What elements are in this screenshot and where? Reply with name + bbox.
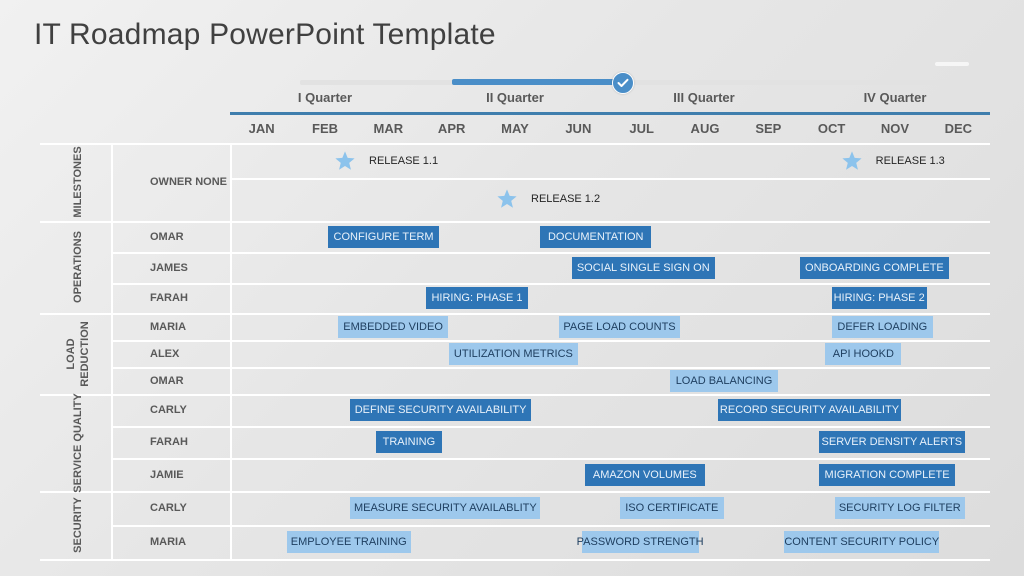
owner-label: ALEX — [150, 347, 180, 360]
group-label: SERVICE QUALITY — [72, 392, 84, 493]
month-label: MAR — [373, 121, 404, 136]
grid-line — [112, 426, 990, 428]
progress-fill — [452, 79, 620, 85]
task-bar[interactable]: SECURITY LOG FILTER — [834, 497, 965, 519]
grid-line — [40, 491, 990, 493]
grid-line — [112, 283, 990, 285]
page-title: IT Roadmap PowerPoint Template — [34, 18, 496, 51]
task-bar[interactable]: UTILIZATION METRICS — [448, 342, 579, 365]
task-bar[interactable]: MEASURE SECURITY AVAILABLITY — [350, 497, 541, 519]
task-bar[interactable]: DEFINE SECURITY AVAILABILITY — [350, 399, 531, 421]
task-bar[interactable]: RECORD SECURITY AVAILABILITY — [717, 399, 902, 421]
owner-label: OWNER NONE — [150, 176, 227, 188]
group-label: OPERATIONS — [72, 231, 84, 303]
task-bar[interactable]: EMPLOYEE TRAINING — [287, 531, 411, 553]
grid-line — [112, 252, 990, 254]
task-bar[interactable]: PAGE LOAD COUNTS — [559, 315, 680, 338]
owner-label: FARAH — [150, 436, 188, 448]
owner-label: JAMES — [150, 261, 188, 274]
owner-label: MARIA — [150, 536, 187, 548]
owner-label: CARLY — [150, 502, 187, 514]
grid-line — [40, 394, 990, 396]
grid-line — [230, 143, 232, 559]
month-label: APR — [437, 121, 466, 136]
quarter-label: IV Quarter — [863, 90, 927, 105]
quarter-label: II Quarter — [486, 90, 544, 105]
group-label: LOAD REDUCTION — [65, 320, 91, 387]
task-bar[interactable]: API HOOKD — [825, 342, 902, 365]
owner-label: OMAR — [150, 374, 184, 387]
check-circle-icon — [612, 72, 634, 94]
task-bar[interactable]: LOAD BALANCING — [670, 369, 778, 392]
task-bar[interactable]: HIRING: PHASE 1 — [426, 287, 528, 309]
month-label: MAY — [501, 121, 529, 136]
decorative-line — [935, 62, 969, 66]
milestone-label: RELEASE 1.3 — [875, 155, 945, 167]
quarter-label: I Quarter — [297, 90, 353, 105]
month-label: JUL — [629, 121, 654, 136]
quarter-axis-line — [230, 112, 990, 115]
grid-line — [112, 525, 990, 527]
month-label: SEP — [755, 121, 782, 136]
star-icon — [334, 150, 356, 172]
owner-label: CARLY — [150, 404, 187, 416]
task-bar[interactable]: PASSWORD STRENGTH — [577, 531, 704, 553]
grid-line — [111, 143, 113, 559]
month-label: FEB — [312, 121, 338, 136]
month-label: NOV — [880, 121, 910, 136]
milestone-label: RELEASE 1.2 — [531, 193, 601, 205]
star-icon — [841, 150, 863, 172]
group-label: SECURITY — [72, 497, 84, 553]
star-icon — [496, 188, 518, 210]
task-bar[interactable]: ISO CERTIFICATE — [619, 497, 724, 519]
month-label: AUG — [690, 121, 720, 136]
month-label: JAN — [248, 121, 275, 136]
month-label: JUN — [565, 121, 592, 136]
grid-line — [40, 559, 990, 561]
owner-label: MARIA — [150, 320, 187, 333]
grid-line — [40, 221, 990, 223]
month-label: DEC — [944, 121, 973, 136]
task-bar[interactable]: ONBOARDING COMPLETE — [800, 256, 949, 279]
month-label: OCT — [817, 121, 846, 136]
quarter-label: III Quarter — [673, 90, 735, 105]
task-bar[interactable]: EMBEDDED VIDEO — [337, 315, 449, 338]
task-bar[interactable]: DEFER LOADING — [831, 315, 933, 338]
owner-label: FARAH — [150, 292, 188, 304]
grid-line — [40, 143, 990, 145]
task-bar[interactable]: CONFIGURE TERM — [328, 225, 439, 248]
task-bar[interactable]: CONTENT SECURITY POLICY — [784, 531, 940, 553]
task-bar[interactable]: HIRING: PHASE 2 — [831, 287, 927, 309]
owner-label: OMAR — [150, 230, 184, 243]
task-bar[interactable]: TRAINING — [375, 431, 443, 453]
grid-line — [112, 367, 990, 369]
grid-line — [112, 458, 990, 460]
owner-label: JAMIE — [150, 468, 184, 481]
milestone-label: RELEASE 1.1 — [369, 155, 439, 167]
task-bar[interactable]: MIGRATION COMPLETE — [819, 463, 956, 486]
task-bar[interactable]: SERVER DENSITY ALERTS — [819, 431, 965, 453]
task-bar[interactable]: DOCUMENTATION — [540, 225, 652, 248]
grid-line — [230, 178, 990, 180]
group-label: MILESTONES — [72, 146, 84, 218]
task-bar[interactable]: SOCIAL SINGLE SIGN ON — [572, 256, 715, 279]
task-bar[interactable]: AMAZON VOLUMES — [584, 463, 705, 486]
